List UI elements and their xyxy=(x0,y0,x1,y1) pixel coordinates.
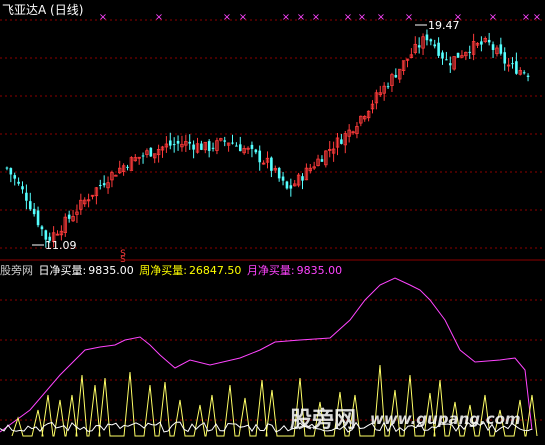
candle-body xyxy=(285,181,289,189)
candle-body xyxy=(456,52,460,58)
candle-body xyxy=(223,140,227,142)
candle-body xyxy=(511,63,514,65)
candle-body xyxy=(141,155,145,157)
candle-body xyxy=(32,208,36,215)
candle-body xyxy=(487,39,491,43)
monthly-net-buy-line xyxy=(0,277,533,433)
candle-body xyxy=(21,186,24,190)
high-label: 19.47 xyxy=(428,19,460,32)
candle-body xyxy=(277,167,281,179)
candle-body xyxy=(231,142,234,144)
signal-marker: × xyxy=(282,12,290,23)
price-annotations: 19.47 11.09 xyxy=(32,19,460,252)
candle-body xyxy=(320,159,324,162)
candle-body xyxy=(258,150,262,163)
legend-week-value: 26847.50 xyxy=(188,264,242,277)
candle-body xyxy=(207,141,211,151)
candle-body xyxy=(491,44,495,50)
lower-grid xyxy=(0,299,545,421)
candle-body xyxy=(386,86,390,88)
candle-body xyxy=(168,140,172,146)
candle-body xyxy=(281,176,285,181)
candle-body xyxy=(102,183,106,186)
legend-day-label: 日净买量: xyxy=(38,264,87,277)
chart-title: 飞亚达A (日线) xyxy=(2,3,84,17)
candle-body xyxy=(188,141,192,144)
candle-body xyxy=(13,175,17,179)
candle-body xyxy=(437,42,440,56)
candle-body xyxy=(238,144,242,152)
candle-body xyxy=(200,143,203,150)
signal-marker: × xyxy=(522,12,530,23)
signal-marker: × xyxy=(155,12,163,23)
signal-marker: × xyxy=(223,12,231,23)
candle-body xyxy=(468,51,472,53)
chart-canvas: × × × × × × × × × × × × × × ×SS 19.4711.09 xyxy=(0,12,545,437)
candle-body xyxy=(526,75,530,77)
candle-body xyxy=(5,167,9,169)
candle-body xyxy=(522,72,526,74)
candle-body xyxy=(448,63,452,66)
candle-body xyxy=(126,166,129,168)
candle-body xyxy=(429,39,433,42)
candle-body xyxy=(499,44,503,54)
signal-marker: × xyxy=(489,12,497,23)
candle-body xyxy=(25,192,28,201)
candle-body xyxy=(250,144,254,149)
candle-body xyxy=(67,214,71,219)
signal-marker: × xyxy=(312,12,320,23)
candle-body xyxy=(36,210,40,226)
indicator-legend: 股旁网 日净买量: 9835.00 周净买量: 26847.50 月净买量: 9835… xyxy=(0,262,344,278)
candle-body xyxy=(503,52,507,64)
signal-marker: × xyxy=(239,12,247,23)
candle-body xyxy=(417,45,421,48)
candle-body xyxy=(425,34,429,41)
candlestick-series xyxy=(5,29,530,248)
candle-body xyxy=(340,139,343,144)
candle-body xyxy=(289,185,293,189)
signal-marker: × xyxy=(358,12,366,23)
candle-body xyxy=(270,157,273,171)
candle-body xyxy=(192,144,195,150)
candle-body xyxy=(235,145,238,147)
candle-body xyxy=(254,149,258,153)
candle-body xyxy=(445,59,448,61)
candle-body xyxy=(176,140,180,144)
signal-marker: × xyxy=(377,12,385,23)
watermark-cn: 股旁网 xyxy=(290,408,357,433)
legend-month-label: 月净买量: xyxy=(246,264,295,277)
candle-body xyxy=(301,176,304,181)
candle-body xyxy=(17,181,20,184)
candle-body xyxy=(40,226,44,230)
signal-marker: × xyxy=(99,12,107,23)
candle-body xyxy=(394,74,398,78)
candle-body xyxy=(172,144,176,146)
upper-grid xyxy=(0,19,545,249)
candle-body xyxy=(480,41,483,45)
legend-month-value: 9835.00 xyxy=(296,264,343,277)
signal-marker: × xyxy=(405,12,413,23)
legend-week-label: 周净买量: xyxy=(139,264,187,277)
candle-body xyxy=(433,44,437,47)
candle-body xyxy=(149,147,153,157)
candle-body xyxy=(9,168,13,175)
candle-body xyxy=(515,61,518,74)
signal-marker: × xyxy=(344,12,352,23)
candle-body xyxy=(98,184,102,186)
signal-marker: × xyxy=(533,12,541,23)
watermark-url: www.gupang.com xyxy=(370,410,521,428)
candle-body xyxy=(441,52,444,59)
signal-marker: × xyxy=(297,12,305,23)
low-label: 11.09 xyxy=(45,239,77,252)
legend-day-value: 9835.00 xyxy=(88,264,134,277)
candle-body xyxy=(211,147,215,149)
candle-body xyxy=(28,201,32,210)
legend-watermark: 股旁网 xyxy=(0,264,33,277)
